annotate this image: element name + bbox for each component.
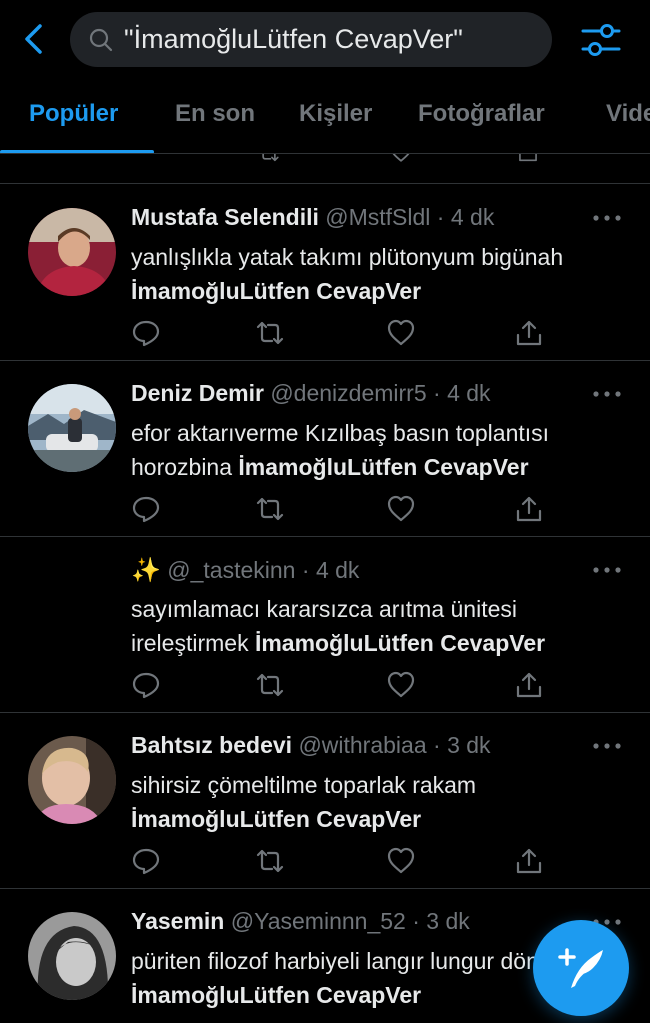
compose-tweet-icon: [558, 948, 603, 988]
reply-icon[interactable]: [131, 846, 161, 876]
search-input[interactable]: "İmamoğluLütfen CevapVer": [70, 12, 552, 67]
tweet-body: sihirsiz çömeltilme toparlak rakam: [131, 772, 477, 798]
tweet[interactable]: Deniz Demir @denizdemirr5 · 4 dk efor ak…: [0, 360, 650, 536]
separator-dot: ·: [433, 380, 441, 406]
tweet-actions: [131, 494, 551, 528]
tweet-text: efor aktarıverme Kızılbaş basın toplantı…: [131, 416, 631, 484]
top-bar: "İmamoğluLütfen CevapVer": [0, 0, 650, 78]
retweet-icon[interactable]: [255, 670, 285, 700]
avatar[interactable]: [28, 384, 116, 472]
heart-icon[interactable]: [386, 318, 416, 348]
tweet-body: yanlışlıkla yatak takımı plütonyum bigün…: [131, 244, 564, 270]
tweet-feed[interactable]: Mustafa Selendili @MstfSldl · 4 dk yanlı…: [0, 154, 650, 1023]
more-dots-icon[interactable]: [592, 564, 622, 576]
separator-dot: ·: [433, 732, 441, 758]
avatar[interactable]: [28, 736, 116, 824]
search-query: "İmamoğluLütfen CevapVer": [124, 24, 463, 54]
tweet-header: ✨ @_tastekinn · 4 dk: [131, 556, 581, 590]
app: "İmamoğluLütfen CevapVer" Popüler En son…: [0, 0, 650, 1023]
author-handle[interactable]: @_tastekinn: [167, 557, 295, 583]
compose-tweet-button[interactable]: [533, 920, 629, 1016]
tab-popular[interactable]: Popüler: [29, 100, 118, 128]
reply-icon[interactable]: [131, 670, 161, 700]
share-icon[interactable]: [514, 494, 544, 524]
avatar-photo-icon: [28, 912, 116, 1000]
retweet-icon[interactable]: [255, 494, 285, 524]
tweet-time: 4 dk: [450, 204, 495, 230]
heart-icon[interactable]: [386, 670, 416, 700]
retweet-icon[interactable]: [255, 318, 285, 348]
tab-photos[interactable]: Fotoğraflar: [418, 100, 545, 128]
tweet[interactable]: Bahtsız bedevi @withrabiaa · 3 dk sihirs…: [0, 712, 650, 888]
tweet[interactable]: ✨ @_tastekinn · 4 dk sayımlamacı kararsı…: [0, 536, 650, 712]
author-handle[interactable]: @MstfSldl: [325, 204, 430, 230]
author-handle[interactable]: @denizdemirr5: [270, 380, 426, 406]
heart-icon[interactable]: [386, 846, 416, 876]
avatar[interactable]: [28, 912, 116, 1000]
avatar-photo-icon: [28, 736, 116, 824]
retweet-icon[interactable]: [254, 154, 284, 164]
author-name[interactable]: Deniz Demir: [131, 380, 264, 406]
reply-icon[interactable]: [131, 494, 161, 524]
author-handle[interactable]: @withrabiaa: [298, 732, 426, 758]
share-icon[interactable]: [513, 154, 543, 164]
author-name[interactable]: ✨: [131, 557, 161, 584]
tweet-text: sihirsiz çömeltilme toparlak rakam İmamo…: [131, 768, 631, 836]
tweet-time: 4 dk: [447, 380, 491, 406]
heart-icon[interactable]: [386, 154, 416, 164]
tweet-time: 4 dk: [315, 557, 360, 583]
tweet-text: sayımlamacı kararsızca arıtma ünitesi ir…: [131, 592, 631, 660]
tweet-actions: [131, 318, 551, 352]
tweet-body: püriten filozof harbiyeli langır lungur …: [131, 948, 576, 974]
tweet-actions: [131, 846, 551, 880]
retweet-icon[interactable]: [255, 846, 285, 876]
hashtag[interactable]: İmamoğluLütfen CevapVer: [131, 806, 421, 832]
tweet-header: Deniz Demir @denizdemirr5 · 4 dk: [131, 380, 581, 414]
tab-videos[interactable]: Video: [606, 100, 650, 128]
tweet[interactable]: Mustafa Selendili @MstfSldl · 4 dk yanlı…: [0, 184, 650, 360]
tweet-time: 3 dk: [426, 908, 470, 934]
reply-icon[interactable]: [131, 318, 161, 348]
hashtag[interactable]: İmamoğluLütfen CevapVer: [131, 278, 421, 304]
separator-dot: ·: [301, 557, 310, 583]
separator-dot: ·: [412, 908, 420, 934]
avatar[interactable]: [28, 208, 116, 296]
filter-sliders-icon[interactable]: [580, 20, 622, 60]
more-dots-icon[interactable]: [592, 740, 622, 752]
heart-icon[interactable]: [386, 494, 416, 524]
tab-latest[interactable]: En son: [175, 100, 255, 128]
tab-people[interactable]: Kişiler: [299, 100, 372, 128]
hashtag[interactable]: İmamoğluLütfen CevapVer: [238, 454, 528, 480]
hashtag[interactable]: İmamoğluLütfen CevapVer: [131, 982, 421, 1008]
author-name[interactable]: Bahtsız bedevi: [131, 732, 292, 758]
avatar-photo-icon: [28, 208, 116, 296]
tweet-time: 3 dk: [447, 732, 491, 758]
more-dots-icon[interactable]: [592, 388, 622, 400]
author-name[interactable]: Yasemin: [131, 908, 224, 934]
avatar-photo-icon: [28, 384, 116, 472]
search-icon: [89, 28, 113, 51]
tweet-header: Yasemin @Yaseminnn_52 · 3 dk: [131, 908, 581, 942]
share-icon[interactable]: [514, 846, 544, 876]
previous-tweet-actions: [0, 154, 650, 182]
back-chevron-icon[interactable]: [18, 22, 52, 56]
more-dots-icon[interactable]: [592, 212, 622, 224]
tweet-header: Bahtsız bedevi @withrabiaa · 3 dk: [131, 732, 581, 766]
share-icon[interactable]: [514, 318, 544, 348]
share-icon[interactable]: [514, 670, 544, 700]
tweet-header: Mustafa Selendili @MstfSldl · 4 dk: [131, 204, 581, 238]
author-handle[interactable]: @Yaseminnn_52: [231, 908, 406, 934]
search-tabs: Popüler En son Kişiler Fotoğraflar Video: [0, 86, 650, 154]
tweet-actions: [131, 670, 551, 704]
tweet-text: yanlışlıkla yatak takımı plütonyum bigün…: [131, 240, 631, 308]
hashtag[interactable]: İmamoğluLütfen CevapVer: [255, 630, 545, 656]
author-name[interactable]: Mustafa Selendili: [131, 204, 319, 230]
separator-dot: ·: [436, 204, 445, 230]
